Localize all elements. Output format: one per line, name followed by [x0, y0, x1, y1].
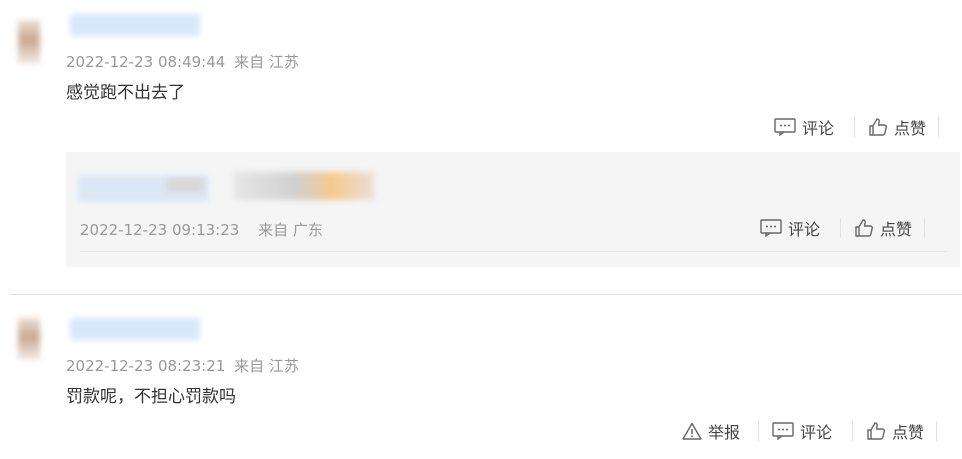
like-button-label: 点赞	[894, 119, 927, 138]
comment-text: 罚款呢，不担心罚款吗	[66, 387, 236, 407]
comment-timestamp: 2022-12-23 08:49:44	[66, 53, 226, 71]
divider	[936, 421, 938, 441]
comment-actions: 举报 评论 点赞	[682, 419, 938, 443]
reply-comment-label: 评论	[788, 220, 821, 239]
comment-icon	[772, 422, 794, 440]
thumbs-up-icon	[867, 422, 885, 440]
comment-icon	[774, 118, 796, 136]
comment-button[interactable]: 评论	[774, 115, 834, 139]
reply-like-button[interactable]: 点赞	[854, 216, 912, 240]
comment-separator	[10, 294, 962, 295]
comment-timestamp: 2022-12-23 08:23:21	[66, 357, 226, 375]
username-blurred[interactable]	[70, 318, 200, 340]
reply-badge-blurred	[166, 178, 204, 192]
comment-location: 来自 江苏	[234, 357, 299, 375]
comment-text: 感觉跑不出去了	[66, 83, 185, 103]
divider	[852, 421, 854, 441]
reply-meta: 2022-12-23 09:13:23 来自 广东	[80, 219, 323, 240]
divider	[840, 218, 842, 238]
like-button[interactable]: 点赞	[866, 419, 924, 443]
divider	[758, 421, 760, 441]
reply-avatar-blurred[interactable]	[234, 172, 374, 200]
reply-location: 来自 广东	[258, 221, 323, 239]
report-button[interactable]: 举报	[682, 419, 740, 443]
divider	[924, 218, 926, 238]
divider	[854, 117, 856, 137]
comment-icon	[760, 219, 782, 237]
like-button-label: 点赞	[892, 423, 925, 442]
like-button[interactable]: 点赞	[868, 115, 926, 139]
avatar[interactable]	[18, 20, 40, 64]
reply-container: 2022-12-23 09:13:23 来自 广东 评论 点赞	[66, 152, 960, 267]
comment-location: 来自 江苏	[234, 53, 299, 71]
reply-like-label: 点赞	[880, 220, 913, 239]
thumbs-up-icon	[855, 219, 873, 237]
reply-actions: 评论 点赞	[760, 216, 926, 240]
report-button-label: 举报	[708, 423, 741, 442]
comment-meta: 2022-12-23 08:49:44 来自 江苏	[66, 51, 299, 72]
warning-icon	[682, 422, 702, 440]
comment-button-label: 评论	[800, 423, 833, 442]
thumbs-up-icon	[869, 118, 887, 136]
divider	[938, 117, 940, 137]
reply-timestamp: 2022-12-23 09:13:23	[80, 221, 240, 239]
comment-actions: 评论 点赞	[774, 115, 940, 139]
username-blurred[interactable]	[70, 14, 200, 36]
comment-button[interactable]: 评论	[772, 419, 832, 443]
reply-comment-button[interactable]: 评论	[760, 216, 820, 240]
comment-button-label: 评论	[802, 119, 835, 138]
avatar[interactable]	[18, 318, 40, 360]
reply-divider	[80, 251, 946, 252]
comment-meta: 2022-12-23 08:23:21 来自 江苏	[66, 355, 299, 376]
